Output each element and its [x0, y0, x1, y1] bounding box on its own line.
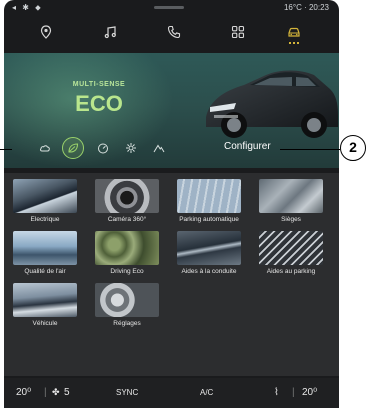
- tile-electric[interactable]: Electrique: [4, 179, 86, 223]
- tile-label: Driving Eco: [110, 268, 144, 275]
- mode-selector: [34, 137, 174, 159]
- settings-thumbnail: [95, 283, 159, 317]
- multi-sense-panel: MULTI-SENSE ECO Configurer: [4, 53, 339, 168]
- speedometer-icon[interactable]: [92, 137, 114, 159]
- driving-eco-thumbnail: [95, 231, 159, 265]
- callout-2: 2: [340, 135, 366, 161]
- gear-icon[interactable]: [120, 137, 142, 159]
- tile-label: Sièges: [281, 216, 301, 223]
- car-image: [206, 70, 338, 138]
- drag-handle[interactable]: [154, 6, 184, 9]
- tile-automatic-parking[interactable]: Parking automatique: [168, 179, 250, 223]
- tile-label: Qualité de l'air: [24, 268, 66, 275]
- seats-thumbnail: [259, 179, 323, 213]
- camera-thumbnail: [95, 179, 159, 213]
- vehicle-thumbnail: [13, 283, 77, 317]
- cloud-icon[interactable]: [34, 137, 56, 159]
- tile-label: Parking automatique: [179, 216, 239, 223]
- divider: |: [292, 387, 295, 398]
- temp-left[interactable]: 20⁰: [16, 387, 31, 398]
- electric-thumbnail: [13, 179, 77, 213]
- tile-label: Caméra 360°: [107, 216, 147, 223]
- tile-camera-360[interactable]: Caméra 360°: [86, 179, 168, 223]
- ac-button[interactable]: A/C: [200, 388, 213, 397]
- temp-right[interactable]: 20⁰: [302, 387, 317, 398]
- temperature-time: 16°C · 20:23: [283, 3, 329, 12]
- parking-thumbnail: [177, 179, 241, 213]
- climate-bar: 20⁰ | ✤ 5 SYNC A/C ⌇ | 20⁰: [4, 378, 339, 408]
- fan-icon: ✤: [52, 387, 60, 397]
- nav-phone-icon[interactable]: [160, 20, 188, 44]
- nav-music-icon[interactable]: [96, 20, 124, 44]
- tile-driving-aids[interactable]: Aides à la conduite: [168, 231, 250, 275]
- air-quality-thumbnail: [13, 231, 77, 265]
- tile-driving-eco[interactable]: Driving Eco: [86, 231, 168, 275]
- callout-line: [280, 149, 340, 150]
- top-navigation: [4, 16, 339, 48]
- parking-aids-thumbnail: [259, 231, 323, 265]
- mode-title: ECO: [75, 91, 123, 116]
- tile-air-quality[interactable]: Qualité de l'air: [4, 231, 86, 275]
- nav-location-icon[interactable]: [32, 20, 60, 44]
- multi-sense-label: MULTI-SENSE: [72, 81, 126, 88]
- tile-parking-aids[interactable]: Aides au parking: [250, 231, 332, 275]
- fan-level[interactable]: 5: [64, 387, 70, 398]
- nav-apps-icon[interactable]: [224, 20, 252, 44]
- mountain-icon[interactable]: [148, 137, 170, 159]
- leaf-icon[interactable]: [62, 137, 84, 159]
- infotainment-screen: ◂ ✱ ⬥ 16°C · 20:23 MULTI-SENSE ECO Confi…: [4, 0, 339, 408]
- seat-heat-icon[interactable]: ⌇: [274, 387, 279, 398]
- vehicle-menu-grid: Electrique Caméra 360° Parking automatiq…: [4, 173, 339, 376]
- tile-label: Véhicule: [32, 320, 58, 327]
- sync-button[interactable]: SYNC: [116, 388, 138, 397]
- driving-aids-thumbnail: [177, 231, 241, 265]
- configure-button[interactable]: Configurer: [224, 141, 271, 152]
- tile-label: Aides à la conduite: [181, 268, 237, 275]
- tile-label: Electrique: [30, 216, 60, 223]
- tile-vehicle[interactable]: Véhicule: [4, 283, 86, 327]
- status-icons: ◂ ✱ ⬥: [12, 3, 43, 12]
- tile-label: Aides au parking: [266, 268, 316, 275]
- divider: |: [44, 387, 47, 398]
- status-bar: ◂ ✱ ⬥ 16°C · 20:23: [4, 0, 339, 14]
- tile-seats[interactable]: Sièges: [250, 179, 332, 223]
- tile-settings[interactable]: Réglages: [86, 283, 168, 327]
- callout-line-left: [0, 149, 12, 150]
- nav-vehicle-icon[interactable]: [280, 20, 308, 44]
- tile-label: Réglages: [113, 320, 141, 327]
